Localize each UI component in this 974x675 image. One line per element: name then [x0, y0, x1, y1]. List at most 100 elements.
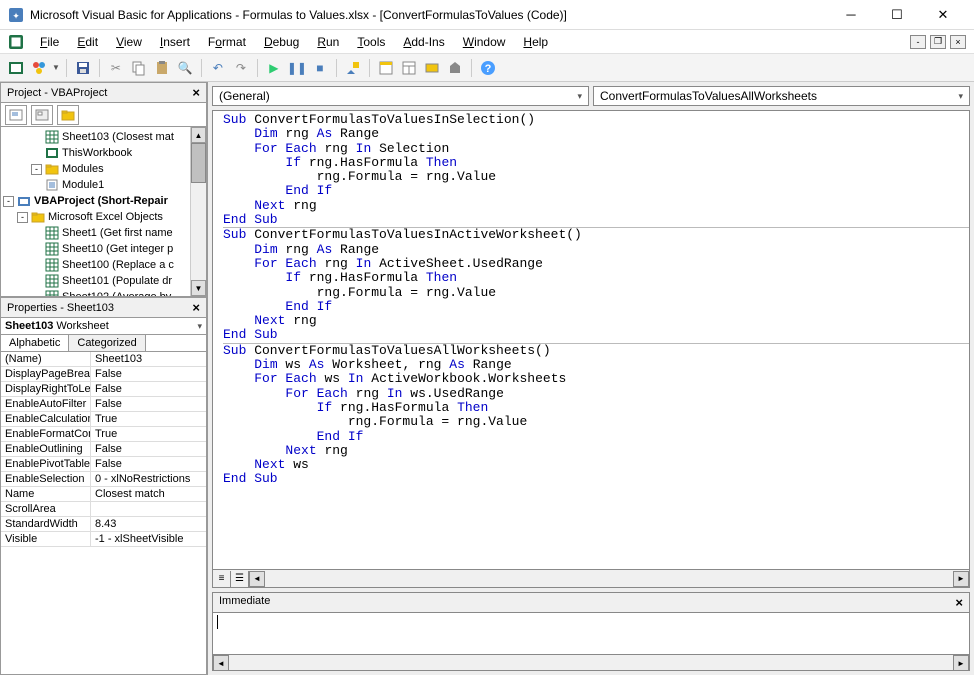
property-row[interactable]: EnableCalculationTrue — [1, 412, 206, 427]
full-module-view-icon[interactable]: ☰ — [231, 571, 249, 587]
reset-icon[interactable]: ■ — [310, 58, 330, 78]
project-tree[interactable]: Sheet103 (Closest matThisWorkbook-Module… — [0, 127, 207, 297]
tree-item[interactable]: -VBAProject (Short-Repair — [3, 193, 204, 209]
undo-icon[interactable]: ↶ — [208, 58, 228, 78]
property-value[interactable]: False — [91, 457, 206, 471]
menu-format[interactable]: Format — [200, 33, 254, 51]
property-value[interactable]: True — [91, 427, 206, 441]
property-value[interactable]: 8.43 — [91, 517, 206, 531]
property-value[interactable]: Sheet103 — [91, 352, 206, 366]
object-dropdown[interactable]: (General) ▾ — [212, 86, 589, 106]
toggle-folders-icon[interactable] — [57, 105, 79, 125]
menu-addins[interactable]: Add-Ins — [395, 33, 452, 51]
property-row[interactable]: DisplayRightToLeftFalse — [1, 382, 206, 397]
menu-debug[interactable]: Debug — [256, 33, 307, 51]
immediate-hscroll[interactable]: ◄ ► — [212, 655, 970, 671]
copy-icon[interactable] — [129, 58, 149, 78]
property-row[interactable]: ScrollArea — [1, 502, 206, 517]
properties-grid[interactable]: (Name)Sheet103DisplayPageBreaksFalseDisp… — [0, 352, 207, 675]
minimize-button[interactable]: ─ — [828, 0, 874, 30]
properties-panel-close[interactable]: × — [192, 300, 200, 315]
project-explorer-icon[interactable] — [376, 58, 396, 78]
property-row[interactable]: EnableOutliningFalse — [1, 442, 206, 457]
menu-window[interactable]: Window — [455, 33, 514, 51]
procedure-dropdown[interactable]: ConvertFormulasToValuesAllWorksheets ▾ — [593, 86, 970, 106]
tree-item[interactable]: Module1 — [3, 177, 204, 193]
property-row[interactable]: (Name)Sheet103 — [1, 352, 206, 367]
cut-icon[interactable]: ✂ — [106, 58, 126, 78]
immediate-hscroll-right[interactable]: ► — [953, 655, 969, 671]
properties-object-select[interactable]: Sheet103 Worksheet ▾ — [0, 318, 207, 335]
menu-help[interactable]: Help — [515, 33, 556, 51]
property-value[interactable]: False — [91, 442, 206, 456]
immediate-close[interactable]: × — [955, 595, 963, 610]
menu-run[interactable]: Run — [309, 33, 347, 51]
property-value[interactable]: False — [91, 367, 206, 381]
maximize-button[interactable]: ☐ — [874, 0, 920, 30]
view-code-icon[interactable] — [5, 105, 27, 125]
property-value[interactable]: True — [91, 412, 206, 426]
tree-scroll-thumb[interactable] — [191, 143, 206, 183]
tree-item[interactable]: Sheet102 (Average by — [3, 289, 204, 297]
procedure-view-icon[interactable]: ≡ — [213, 571, 231, 587]
immediate-hscroll-left[interactable]: ◄ — [213, 655, 229, 671]
tab-alphabetic[interactable]: Alphabetic — [1, 335, 69, 351]
mdi-minimize[interactable]: - — [910, 35, 926, 49]
break-icon[interactable]: ❚❚ — [287, 58, 307, 78]
project-panel-close[interactable]: × — [192, 85, 200, 100]
property-row[interactable]: EnableSelection0 - xlNoRestrictions — [1, 472, 206, 487]
menu-insert[interactable]: Insert — [152, 33, 198, 51]
property-row[interactable]: StandardWidth8.43 — [1, 517, 206, 532]
tree-item[interactable]: Sheet1 (Get first name — [3, 225, 204, 241]
tree-scroll-up[interactable]: ▲ — [191, 127, 206, 143]
tree-expand-icon[interactable]: - — [17, 212, 28, 223]
property-row[interactable]: NameClosest match — [1, 487, 206, 502]
tree-item[interactable]: Sheet101 (Populate dr — [3, 273, 204, 289]
property-value[interactable]: Closest match — [91, 487, 206, 501]
menu-file[interactable]: File — [32, 33, 67, 51]
menu-view[interactable]: View — [108, 33, 150, 51]
view-object-icon[interactable] — [31, 105, 53, 125]
property-value[interactable]: -1 - xlSheetVisible — [91, 532, 206, 546]
save-icon[interactable] — [73, 58, 93, 78]
tree-item[interactable]: ThisWorkbook — [3, 145, 204, 161]
property-row[interactable]: EnableAutoFilterFalse — [1, 397, 206, 412]
tree-expand-icon[interactable]: - — [3, 196, 14, 207]
insert-dropdown-icon[interactable] — [29, 58, 49, 78]
code-editor[interactable]: Sub ConvertFormulasToValuesInSelection()… — [212, 110, 970, 570]
dropdown-arrow-icon[interactable]: ▼ — [52, 63, 60, 72]
code-hscroll-left[interactable]: ◄ — [249, 571, 265, 587]
property-row[interactable]: EnablePivotTableFalse — [1, 457, 206, 472]
menu-edit[interactable]: Edit — [69, 33, 106, 51]
tab-categorized[interactable]: Categorized — [69, 335, 145, 351]
tree-item[interactable]: Sheet10 (Get integer p — [3, 241, 204, 257]
properties-window-icon[interactable] — [399, 58, 419, 78]
tree-scroll-down[interactable]: ▼ — [191, 280, 206, 296]
dropdown-arrow-icon[interactable]: ▾ — [197, 321, 202, 332]
property-value[interactable]: False — [91, 382, 206, 396]
tree-item[interactable]: -Modules — [3, 161, 204, 177]
property-row[interactable]: DisplayPageBreaksFalse — [1, 367, 206, 382]
code-hscroll-right[interactable]: ► — [953, 571, 969, 587]
mdi-restore[interactable]: ❐ — [930, 35, 946, 49]
property-row[interactable]: EnableFormatConditiTrue — [1, 427, 206, 442]
tree-expand-icon[interactable]: - — [31, 164, 42, 175]
view-excel-icon[interactable] — [6, 58, 26, 78]
object-browser-icon[interactable] — [422, 58, 442, 78]
property-value[interactable] — [91, 502, 206, 516]
tree-scrollbar[interactable]: ▲ ▼ — [190, 127, 206, 296]
immediate-window[interactable] — [212, 613, 970, 655]
tree-item[interactable]: Sheet100 (Replace a c — [3, 257, 204, 273]
redo-icon[interactable]: ↷ — [231, 58, 251, 78]
property-value[interactable]: False — [91, 397, 206, 411]
mdi-close[interactable]: × — [950, 35, 966, 49]
help-icon[interactable]: ? — [478, 58, 498, 78]
tree-item[interactable]: Sheet103 (Closest mat — [3, 129, 204, 145]
run-icon[interactable]: ▶ — [264, 58, 284, 78]
property-row[interactable]: Visible-1 - xlSheetVisible — [1, 532, 206, 547]
close-button[interactable]: ✕ — [920, 0, 966, 30]
toolbox-icon[interactable] — [445, 58, 465, 78]
menu-tools[interactable]: Tools — [349, 33, 393, 51]
find-icon[interactable]: 🔍 — [175, 58, 195, 78]
property-value[interactable]: 0 - xlNoRestrictions — [91, 472, 206, 486]
